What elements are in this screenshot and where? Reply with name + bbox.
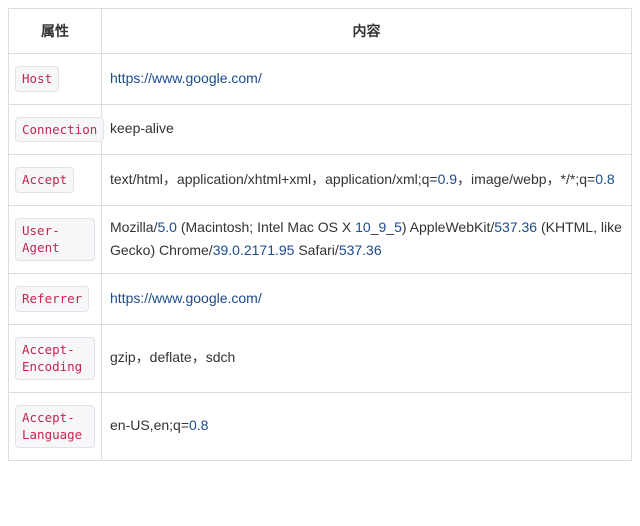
table-row: Host https://www.google.com/ bbox=[9, 54, 632, 105]
attribute-cell: Accept-Encoding bbox=[9, 324, 102, 392]
attribute-chip: Host bbox=[15, 66, 59, 92]
table-row: Connectionkeep-alive bbox=[9, 104, 632, 155]
table-row: User-AgentMozilla/5.0 (Macintosh; Intel … bbox=[9, 205, 632, 274]
attribute-cell: Accept-Language bbox=[9, 392, 102, 460]
attribute-chip: Referrer bbox=[15, 286, 89, 312]
header-content: 内容 bbox=[102, 9, 632, 54]
content-cell: gzip，deflate，sdch bbox=[102, 324, 632, 392]
content-cell: keep-alive bbox=[102, 104, 632, 155]
table-row: Accept-Encodinggzip，deflate，sdch bbox=[9, 324, 632, 392]
table-row: Referrer https://www.google.com/ bbox=[9, 274, 632, 325]
attribute-chip: Connection bbox=[15, 117, 104, 143]
header-attribute: 属性 bbox=[9, 9, 102, 54]
attribute-cell: Connection bbox=[9, 104, 102, 155]
attribute-chip: Accept-Language bbox=[15, 405, 95, 448]
table-header-row: 属性 内容 bbox=[9, 9, 632, 54]
attribute-cell: Accept bbox=[9, 155, 102, 206]
attribute-cell: Referrer bbox=[9, 274, 102, 325]
content-cell: text/html，application/xhtml+xml，applicat… bbox=[102, 155, 632, 206]
content-cell: https://www.google.com/ bbox=[102, 54, 632, 105]
table-row: Accept text/html，application/xhtml+xml，ap… bbox=[9, 155, 632, 206]
attribute-chip: Accept bbox=[15, 167, 74, 193]
content-cell: Mozilla/5.0 (Macintosh; Intel Mac OS X 1… bbox=[102, 205, 632, 274]
attribute-cell: User-Agent bbox=[9, 205, 102, 274]
content-cell: en-US,en;q=0.8 bbox=[102, 392, 632, 460]
attribute-cell: Host bbox=[9, 54, 102, 105]
content-cell: https://www.google.com/ bbox=[102, 274, 632, 325]
attribute-chip: Accept-Encoding bbox=[15, 337, 95, 380]
table-row: Accept-Languageen-US,en;q=0.8 bbox=[9, 392, 632, 460]
attribute-chip: User-Agent bbox=[15, 218, 95, 261]
http-headers-table: 属性 内容 Host https://www.google.com/Connect… bbox=[8, 8, 632, 461]
